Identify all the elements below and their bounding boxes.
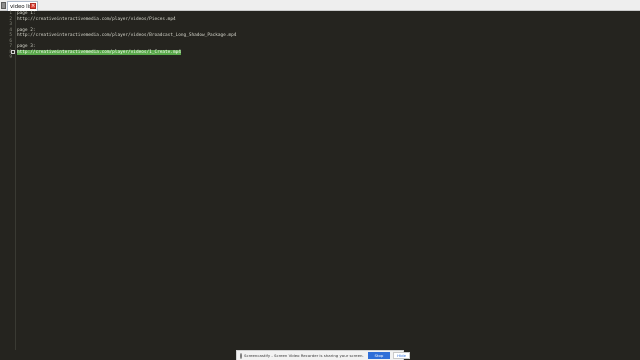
selected-code-line[interactable]: http://creativeinteractivemedia.com/play…: [17, 49, 181, 55]
screen-sharing-bar: Screencastify - Screen Video Recorder is…: [236, 350, 411, 360]
text-editor[interactable]: 1 2 3 4 5 6 7 8 9 page 1: http://creativ…: [0, 11, 640, 350]
app-window: video list × 1 2 3 4 5 6 7 8 9 page 1: h…: [0, 0, 640, 360]
tab-overflow-icon[interactable]: [1, 2, 6, 9]
line-number-gutter: [0, 11, 16, 350]
stop-sharing-button[interactable]: Stop sharing: [367, 352, 391, 359]
line-number: 9: [9, 55, 12, 60]
sharing-message: Screencastify - Screen Video Recorder is…: [244, 353, 364, 358]
hide-button[interactable]: Hide: [393, 352, 411, 359]
close-icon[interactable]: ×: [30, 3, 36, 9]
tab-video-list[interactable]: video list ×: [7, 1, 38, 11]
cursor-marker-icon: [11, 50, 15, 54]
code-line[interactable]: http://creativeinteractivemedia.com/play…: [17, 33, 236, 39]
sharing-icon: [240, 352, 242, 359]
tab-bar: video list ×: [0, 0, 640, 11]
code-line[interactable]: http://creativeinteractivemedia.com/play…: [17, 17, 176, 23]
